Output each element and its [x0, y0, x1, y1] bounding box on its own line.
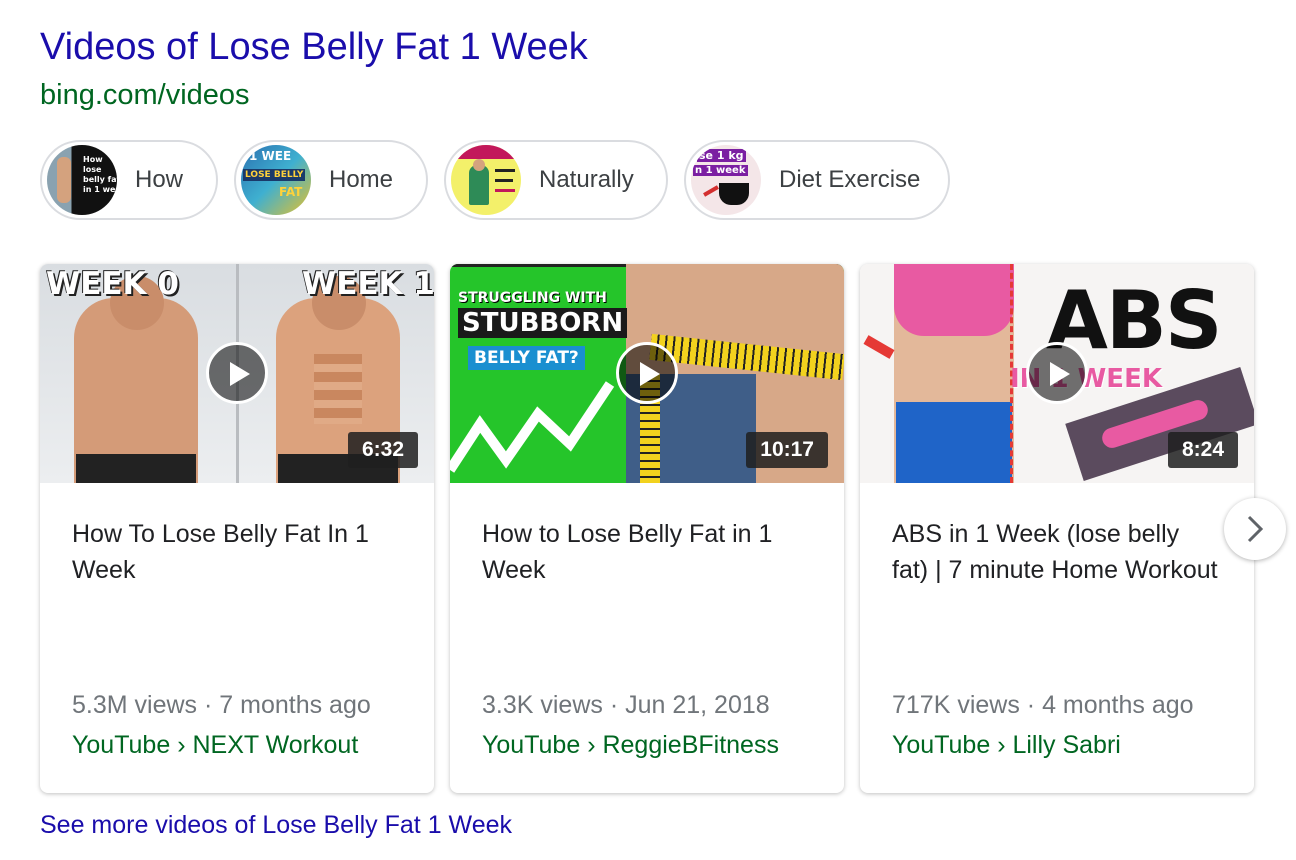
video-source[interactable]: YouTube › ReggieBFitness	[482, 728, 779, 762]
play-button[interactable]	[616, 342, 678, 404]
video-meta: 717K views · 4 months ago	[892, 691, 1194, 719]
video-thumbnail[interactable]: ABS IN 1 WEEK 8:24	[860, 264, 1254, 483]
chip-how[interactable]: Howlosebelly fatin 1 wee How	[40, 140, 218, 220]
duration-badge: 10:17	[746, 432, 828, 468]
chip-label: Naturally	[539, 166, 634, 193]
see-more-videos-link[interactable]: See more videos of Lose Belly Fat 1 Week	[40, 808, 512, 842]
carousel-next-button[interactable]	[1224, 498, 1286, 560]
chip-thumbnail	[451, 145, 521, 215]
chip-naturally[interactable]: Naturally	[444, 140, 668, 220]
chevron-right-icon	[1247, 515, 1264, 543]
play-button[interactable]	[206, 342, 268, 404]
chip-label: Diet Exercise	[779, 166, 921, 193]
video-thumbnail[interactable]: STRUGGLING WITH STUBBORN BELLY FAT? 10:1…	[450, 264, 844, 483]
results-title-link[interactable]: Videos of Lose Belly Fat 1 Week	[40, 24, 588, 70]
trend-arrow-graphic	[450, 381, 615, 473]
source-url: bing.com/videos	[40, 79, 250, 111]
video-source[interactable]: YouTube › NEXT Workout	[72, 728, 358, 762]
video-thumbnail[interactable]: WEEK 0 WEEK 1 6:32	[40, 264, 434, 483]
video-source[interactable]: YouTube › Lilly Sabri	[892, 728, 1121, 762]
duration-badge: 6:32	[347, 432, 418, 468]
video-meta: 3.3K views · Jun 21, 2018	[482, 691, 770, 719]
chip-thumbnail: 1 WEE LOSE BELLY FAT	[241, 145, 311, 215]
chip-label: How	[135, 166, 184, 193]
chip-label: Home	[329, 166, 394, 193]
video-card[interactable]: STRUGGLING WITH STUBBORN BELLY FAT? 10:1…	[450, 264, 844, 793]
video-title[interactable]: How to Lose Belly Fat in 1 Week	[482, 516, 812, 588]
chip-thumbnail: Howlosebelly fatin 1 wee	[47, 145, 117, 215]
play-icon	[640, 362, 660, 386]
video-title[interactable]: How To Lose Belly Fat In 1 Week	[72, 516, 402, 588]
video-card[interactable]: ABS IN 1 WEEK 8:24 ABS in 1 Week (lose b…	[860, 264, 1254, 793]
duration-badge: 8:24	[1167, 432, 1238, 468]
video-title[interactable]: ABS in 1 Week (lose belly fat) | 7 minut…	[892, 516, 1222, 588]
chip-home[interactable]: 1 WEE LOSE BELLY FAT Home	[234, 140, 428, 220]
video-card[interactable]: WEEK 0 WEEK 1 6:32 How To Lose Belly Fat…	[40, 264, 434, 793]
play-icon	[1050, 362, 1070, 386]
video-meta: 5.3M views · 7 months ago	[72, 691, 371, 719]
chip-thumbnail: se 1 kg n 1 week	[691, 145, 761, 215]
play-icon	[230, 362, 250, 386]
play-button[interactable]	[1026, 342, 1088, 404]
chip-diet-exercise[interactable]: se 1 kg n 1 week Diet Exercise	[684, 140, 950, 220]
